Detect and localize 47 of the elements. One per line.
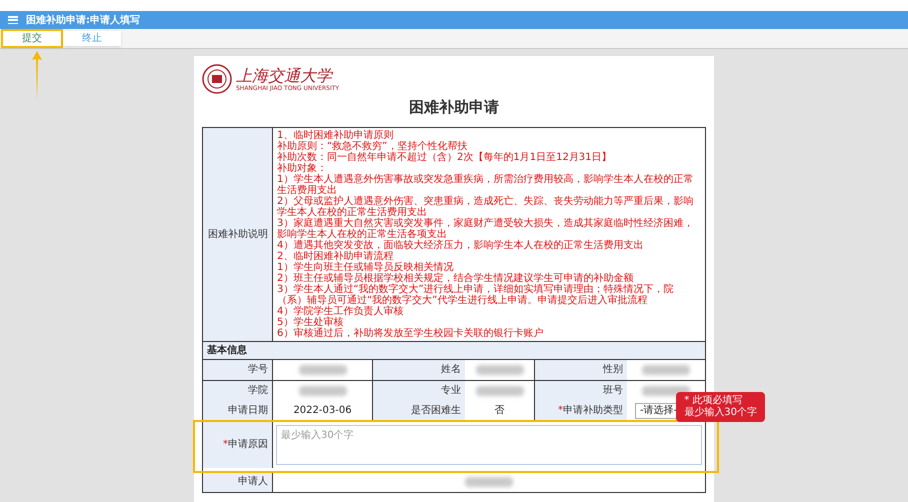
instruction-line: 2、临时困难补助申请流程 — [277, 250, 394, 262]
instruction-line: 3）学生本人通过“我的数字交大”进行线上申请，详细如实填写申请理由；特殊情况下，院（系）辅导员可通过“我的数字交大”代学生进行线上申请。申请提交后进入审批流程 — [277, 284, 675, 306]
window-title: 困难补助申请:申请人填写 — [26, 13, 140, 28]
label-text: 是否困难生 — [411, 405, 461, 416]
seal-icon — [202, 64, 232, 94]
label-text: 申请原因 — [228, 439, 268, 450]
document-title: 困难补助申请 — [408, 97, 500, 118]
redacted-value — [476, 364, 524, 374]
instruction-line: 4）学院学生工作负责人审核 — [277, 306, 404, 316]
redacted-value — [642, 364, 690, 374]
required-mark: * — [223, 439, 228, 450]
label-text: 申请补助类型 — [563, 405, 623, 416]
redacted-value — [642, 386, 690, 396]
label-text: 学院 — [248, 385, 268, 396]
instruction-line: 1）学生本人遭遇意外伤害事故或突发急重疾病，所需治疗费用较高，影响学生本人在校的正常生活费用支出 — [277, 174, 694, 196]
redacted-value — [465, 476, 513, 486]
field-label: 困难补助说明 — [203, 128, 273, 340]
toolbar-button[interactable]: 提交 — [3, 31, 61, 46]
label-text: 申请日期 — [228, 405, 268, 416]
label-text: 申请人 — [238, 476, 268, 487]
redacted-value — [298, 386, 346, 396]
logo-wordmark: 上海交通大学 — [236, 66, 334, 84]
field-value: 否 — [494, 405, 504, 416]
label-text: 性别 — [603, 364, 623, 375]
instruction-line: 5）学生处审核 — [277, 316, 344, 328]
instruction-line: 补助对象： — [277, 162, 328, 174]
section-heading: 基本信息 — [203, 342, 705, 360]
instruction-line: 补助原则：“救急不救穷”，坚持个性化帮扶 — [277, 140, 468, 152]
label-text: 学号 — [248, 364, 268, 375]
instruction-line: 1、临时困难补助申请原则 — [277, 130, 394, 140]
instruction-line: 3）家庭遭遇重大自然灾害或突发事件，家庭财产遭受较大损失，造成其家庭临时性经济困难，影响学生本人在校的正常生活各项支出 — [277, 218, 694, 240]
field-value: 2022-03-06 — [293, 405, 352, 416]
reason-textarea[interactable]: 最少输入30个字 — [276, 424, 702, 464]
instruction-line: 补助次数：同一自然年申请不超过（含）2次【每年的1月1日至12月31日】 — [277, 152, 613, 162]
label-text: 姓名 — [441, 364, 461, 375]
instruction-line: 2）父母或监护人遭遇意外伤害、突患重病，造成死亡、失踪、丧失劳动能力等严重后果，影响学生本人在校的正常生活费用支出 — [277, 196, 694, 218]
required-mark: * — [558, 405, 563, 416]
instruction-line: 2）班主任或辅导员根据学校相关规定，结合学生情况建议学生可申请的补助金额 — [277, 272, 634, 284]
redacted-value — [476, 386, 524, 396]
instruction-line: 4）遭遇其他突发变故，面临较大经济压力，影响学生本人在校的正常生活费用支出 — [277, 240, 644, 250]
label-text: 专业 — [441, 385, 461, 396]
label-text: 班号 — [603, 385, 623, 396]
redacted-value — [298, 364, 346, 374]
instruction-line: 1）学生向班主任或辅导员反映相关情况 — [277, 262, 454, 272]
toolbar-button[interactable]: 终止 — [63, 31, 121, 46]
instruction-line: 6）审核通过后，补助将发放至学生校园卡关联的银行卡账户 — [277, 328, 544, 338]
menu-icon[interactable] — [8, 16, 18, 24]
